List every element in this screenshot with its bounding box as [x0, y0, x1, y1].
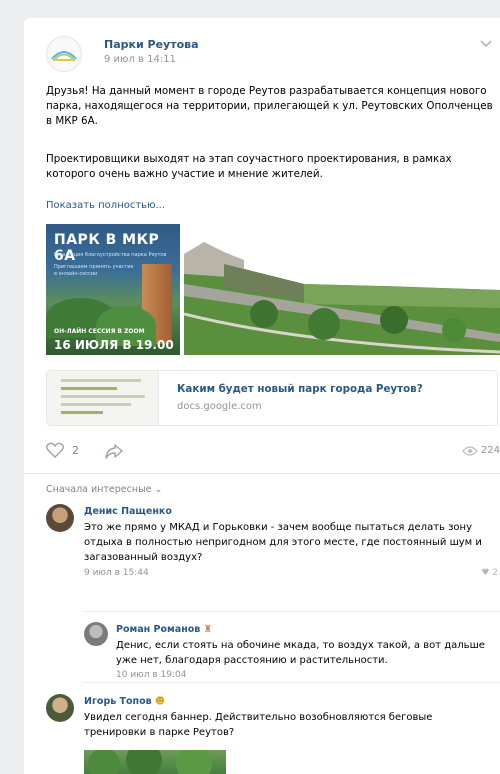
comment-author[interactable]: Роман Романов ♜ — [116, 624, 212, 635]
comment-text-line: Это же прямо у МКАД и Горьковки - зачем … — [84, 522, 472, 533]
comments-divider — [24, 473, 500, 474]
banner-subtitle: Концепция благоустройства парка Реутов — [54, 252, 167, 258]
group-name-link[interactable]: Парки Реутова — [104, 38, 199, 51]
link-thumbnail — [47, 371, 159, 425]
sunglasses-emoji-icon: ☻ — [154, 696, 165, 707]
banner-caption: ОН-ЛАЙН СЕССИЯ В ZOOM — [54, 328, 145, 335]
post-text-paragraph-1: Друзья! На данный момент в городе Реутов… — [46, 85, 493, 127]
show-more-link[interactable]: Показать полностью... — [46, 200, 165, 211]
comment-like-count: 2 — [492, 568, 498, 578]
comment-text-line: тренировки в парке Реутов? — [84, 727, 235, 738]
share-icon[interactable] — [104, 442, 124, 460]
comment-author[interactable]: Игорь Топов ☻ — [84, 696, 165, 707]
comment-author[interactable]: Денис Пащенко — [84, 506, 172, 517]
post-text-paragraph-2: Проектировщики выходят на этап соучастно… — [46, 153, 452, 180]
like-count[interactable]: 2 — [72, 444, 79, 457]
park-photo-image — [88, 750, 212, 774]
avatar[interactable] — [46, 694, 74, 722]
post-card: Парки Реутова 9 июл в 14:11 Друзья! На д… — [24, 18, 500, 774]
group-avatar[interactable] — [46, 36, 82, 72]
avatar[interactable] — [46, 504, 74, 532]
comment-like-button[interactable]: ♥ 2 — [481, 568, 498, 578]
link-title[interactable]: Каким будет новый парк города Реутов? — [177, 383, 423, 395]
post-photo-panorama[interactable] — [184, 224, 500, 355]
banner-date-caption: 16 ИЮЛЯ В 19.00 — [54, 338, 174, 352]
post-date[interactable]: 9 июл в 14:11 — [104, 54, 176, 65]
post-photo-banner[interactable]: ПАРК В МКР 6А Концепция благоустройства … — [46, 224, 180, 355]
comment-photo[interactable] — [84, 750, 226, 774]
comment-divider — [82, 611, 500, 612]
heart-icon: ♥ — [481, 568, 490, 578]
eye-icon — [462, 446, 478, 456]
chevron-down-icon: ⌄ — [154, 484, 163, 495]
comment-author-name: Роман Романов — [116, 624, 201, 635]
sort-label: Сначала интересные — [46, 484, 152, 495]
banner-subtitle: Приглашаем принять участие в онлайн-сесс… — [54, 264, 134, 277]
park-logo-icon — [51, 51, 77, 61]
link-snippet[interactable]: Каким будет новый парк города Реутов? do… — [46, 370, 498, 426]
comment-date[interactable]: 10 июл в 19:04 — [116, 670, 186, 680]
heart-icon[interactable] — [46, 442, 64, 458]
chevron-down-icon[interactable] — [478, 38, 494, 50]
link-domain: docs.google.com — [177, 401, 262, 412]
comment-text-line: уже нет, благодаря расстоянию и растител… — [116, 655, 388, 666]
avatar[interactable] — [84, 622, 108, 646]
comment-author-name: Игорь Топов — [84, 696, 152, 707]
comment-text-line: Увидел сегодня баннер. Действительно воз… — [84, 712, 433, 723]
comment-text-line: отдыха в полностью непригодном для этого… — [84, 537, 482, 548]
cat-emoji-icon: ♜ — [203, 624, 213, 635]
comments-sort-dropdown[interactable]: Сначала интересные ⌄ — [46, 484, 162, 495]
post-header: Парки Реутова 9 июл в 14:11 — [24, 18, 500, 78]
comment-text-line: Денис, если стоять на обочине мкада, то … — [116, 640, 485, 651]
banner-title: ПАРК В МКР 6А — [54, 232, 160, 264]
comment-date[interactable]: 9 июл в 15:44 — [84, 568, 149, 578]
comment-divider — [82, 682, 500, 683]
comment-text-line: загазованный воздух? — [84, 552, 203, 563]
view-count: 224 — [480, 445, 500, 456]
aerial-park-image — [184, 242, 500, 355]
post-actions-bar: 2 224 — [46, 440, 500, 462]
